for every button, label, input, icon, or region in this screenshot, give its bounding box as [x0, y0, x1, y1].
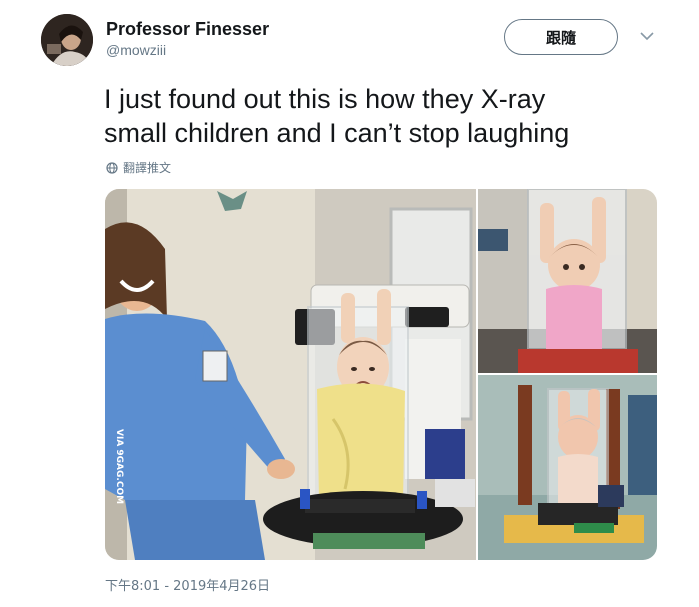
tweet-timestamp[interactable]: 下午8:01 - 2019年4月26日 — [105, 575, 270, 594]
tweet-text-line-1: I just found out this is how they X-ray — [104, 84, 546, 114]
display-name[interactable]: Professor Finesser — [106, 19, 269, 40]
translate-tweet-link[interactable]: 翻譯推文 — [106, 159, 171, 176]
tweet-text: I just found out this is how they X-ray … — [104, 82, 664, 150]
photo-baby-on-stand[interactable] — [478, 375, 657, 560]
chevron-down-icon[interactable] — [640, 31, 654, 41]
avatar[interactable] — [41, 14, 93, 66]
user-handle[interactable]: @mowziii — [106, 42, 166, 58]
photo-nurse-with-baby[interactable]: VIA 9GAG.COM — [105, 189, 476, 560]
follow-button[interactable]: 跟隨 — [504, 19, 618, 55]
watermark-text: VIA 9GAG.COM — [114, 429, 124, 504]
translate-label: 翻譯推文 — [123, 161, 172, 175]
media-grid: VIA 9GAG.COM — [105, 189, 657, 560]
avatar-image — [41, 14, 93, 66]
tweet-text-line-2: small children and I can’t stop laughing — [104, 118, 570, 148]
globe-icon — [106, 161, 118, 174]
photo-baby-pink-shirt[interactable] — [478, 189, 657, 373]
